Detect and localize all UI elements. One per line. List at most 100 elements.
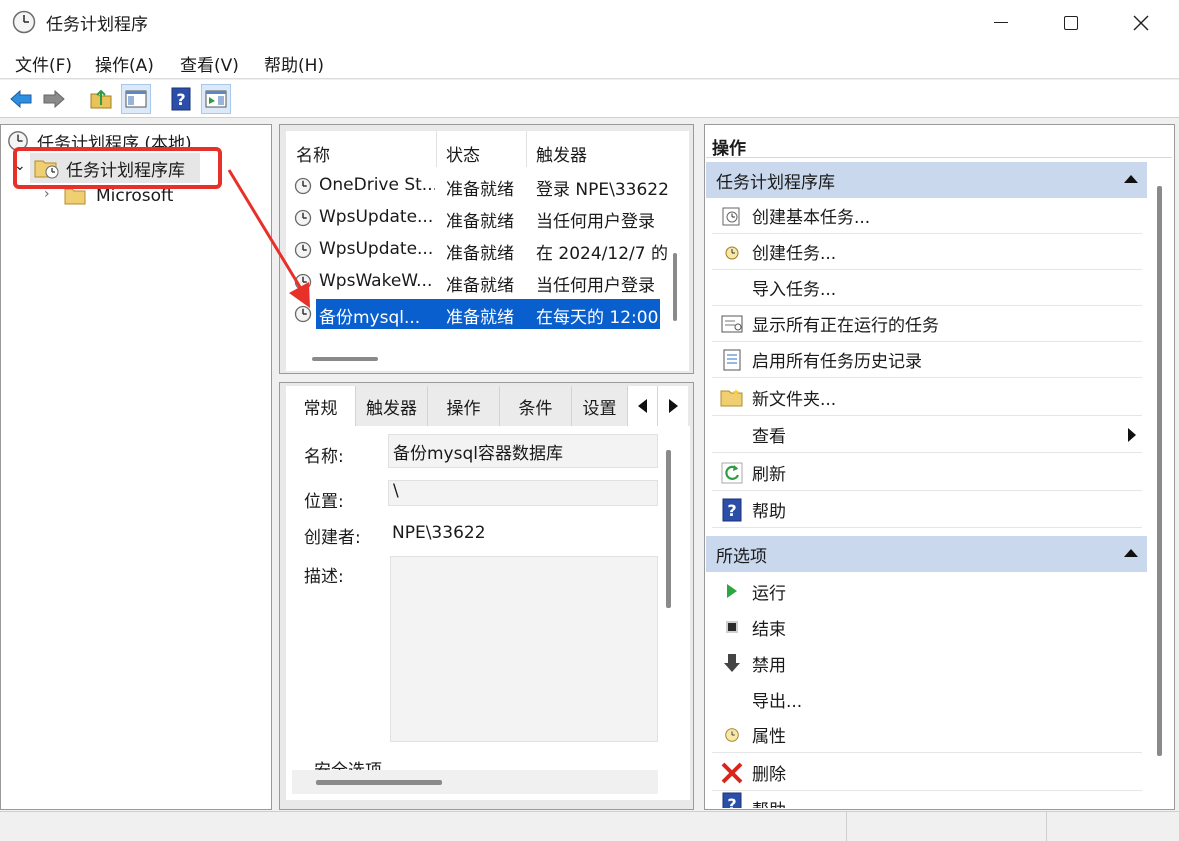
svg-text:?: ? [727, 795, 736, 808]
tab-settings[interactable]: 设置 [572, 386, 628, 426]
task-name: 备份mysql... [319, 308, 421, 328]
detail-scrollbar-horizontal[interactable] [316, 780, 442, 785]
toggle-console-tree-button[interactable] [121, 84, 151, 114]
action-import-task[interactable]: 导入任务... [712, 270, 1142, 306]
action-label: 帮助 [752, 502, 786, 522]
task-name: WpsUpdate... [319, 239, 434, 259]
tab-triggers[interactable]: 触发器 [356, 386, 428, 426]
help-icon: ? [722, 792, 742, 808]
action-label: 新文件夹... [752, 390, 837, 410]
action-view[interactable]: 查看 [712, 417, 1142, 453]
detail-scrollbar-vertical[interactable] [666, 450, 671, 608]
action-label: 查看 [752, 427, 786, 447]
running-tasks-icon [721, 315, 743, 332]
location-field[interactable]: \ [388, 480, 658, 506]
column-trigger[interactable]: 触发器 [536, 141, 587, 166]
folder-icon [64, 188, 86, 205]
task-row-selected[interactable]: 备份mysql... 准备就绪 在每天的 12:00 [286, 299, 674, 329]
task-trigger: 在 2024/12/7 的 [536, 244, 668, 264]
action-properties[interactable]: 属性 [712, 717, 1142, 753]
name-field[interactable]: 备份mysql容器数据库 [388, 434, 658, 468]
task-status: 准备就绪 [446, 244, 514, 264]
action-export[interactable]: 导出... [712, 681, 1142, 717]
description-field[interactable] [390, 556, 658, 742]
menu-bar: 文件(F) 操作(A) 查看(V) 帮助(H) [0, 45, 1179, 79]
description-label: 描述: [304, 567, 344, 587]
tab-actions-label: 操作 [446, 398, 481, 419]
minimize-button[interactable] [966, 0, 1036, 45]
close-icon [1133, 15, 1149, 30]
forward-button[interactable] [39, 84, 69, 114]
menu-view[interactable]: 查看(V) [180, 51, 239, 76]
action-label: 显示所有正在运行的任务 [752, 316, 939, 336]
up-folder-icon [90, 89, 112, 109]
action-enable-history[interactable]: 启用所有任务历史记录 [712, 342, 1142, 378]
close-button[interactable] [1106, 0, 1176, 45]
action-label: 创建基本任务... [752, 208, 871, 228]
menu-help[interactable]: 帮助(H) [264, 51, 324, 76]
task-row[interactable]: WpsUpdate... 准备就绪 当任何用户登录 [286, 203, 674, 233]
toolbar: ? [0, 80, 1179, 118]
back-button[interactable] [6, 84, 36, 114]
create-task-icon [725, 246, 739, 259]
task-row[interactable]: WpsWakeW... 准备就绪 当任何用户登录 [286, 267, 674, 297]
menu-file[interactable]: 文件(F) [15, 51, 72, 76]
history-icon [723, 349, 741, 370]
column-divider [526, 131, 527, 167]
svg-text:?: ? [176, 90, 185, 109]
action-label: 删除 [752, 765, 786, 785]
action-label: 禁用 [752, 655, 786, 676]
toggle-action-pane-button[interactable] [201, 84, 231, 114]
action-delete[interactable]: 删除 [712, 755, 1142, 791]
help-icon: ? [171, 87, 191, 111]
task-trigger: 在每天的 12:00 [536, 308, 659, 328]
task-status: 准备就绪 [446, 180, 514, 200]
list-scrollbar-horizontal[interactable] [312, 357, 378, 361]
actions-scrollbar-vertical[interactable] [1157, 186, 1162, 756]
action-end[interactable]: 结束 [712, 609, 1142, 645]
action-show-running-tasks[interactable]: 显示所有正在运行的任务 [712, 306, 1142, 342]
task-row[interactable]: OneDrive St... 准备就绪 登录 NPE\33622 [286, 171, 674, 201]
tab-actions[interactable]: 操作 [428, 386, 500, 426]
action-label: 启用所有任务历史记录 [752, 352, 922, 372]
action-help-selected[interactable]: ? 帮助 [712, 792, 1142, 808]
help-toolbar-button[interactable]: ? [166, 84, 196, 114]
submenu-arrow-icon [1128, 428, 1136, 442]
tab-conditions[interactable]: 条件 [500, 386, 572, 426]
action-label: 帮助 [752, 792, 786, 808]
column-status[interactable]: 状态 [446, 141, 480, 166]
action-disable[interactable]: 禁用 [712, 645, 1142, 681]
create-basic-task-icon [722, 207, 740, 225]
action-run[interactable]: 运行 [712, 573, 1142, 609]
menu-action[interactable]: 操作(A) [95, 51, 154, 76]
action-refresh[interactable]: 刷新 [712, 455, 1142, 491]
back-arrow-icon [10, 89, 32, 109]
show-hide-console-tree-icon [125, 90, 147, 108]
section-header-selected-item[interactable]: 所选项 [706, 536, 1147, 572]
list-scrollbar-vertical[interactable] [673, 253, 677, 321]
action-create-task[interactable]: 创建任务... [712, 234, 1142, 270]
tab-scroll-right[interactable] [658, 386, 688, 426]
author-value: NPE\33622 [392, 523, 486, 543]
action-help[interactable]: ? 帮助 [712, 492, 1142, 528]
section-header-task-library[interactable]: 任务计划程序库 [706, 162, 1147, 198]
action-new-folder[interactable]: 新文件夹... [712, 380, 1142, 416]
tab-general-label: 常规 [303, 398, 338, 419]
tab-general[interactable]: 常规 [286, 386, 356, 426]
action-label: 属性 [752, 727, 786, 747]
action-label: 创建任务... [752, 244, 837, 264]
up-folder-button[interactable] [86, 84, 116, 114]
minimize-icon [994, 22, 1008, 23]
general-tab-content: 名称: 备份mysql容器数据库 位置: \ 创建者: NPE\33622 描述… [286, 426, 690, 800]
action-create-basic-task[interactable]: 创建基本任务... [712, 198, 1142, 234]
task-trigger: 当任何用户登录 [536, 212, 655, 232]
maximize-button[interactable] [1036, 0, 1106, 45]
action-label: 结束 [752, 619, 786, 640]
column-divider [436, 131, 437, 167]
annotation-highlight-box [13, 147, 222, 189]
refresh-icon [721, 462, 743, 483]
tab-scroll-left[interactable] [628, 386, 658, 426]
detail-tabs: 常规 触发器 操作 条件 设置 [286, 386, 690, 426]
section-header-selected-item-label: 所选项 [716, 546, 767, 567]
task-row[interactable]: WpsUpdate... 准备就绪 在 2024/12/7 的 [286, 235, 674, 265]
